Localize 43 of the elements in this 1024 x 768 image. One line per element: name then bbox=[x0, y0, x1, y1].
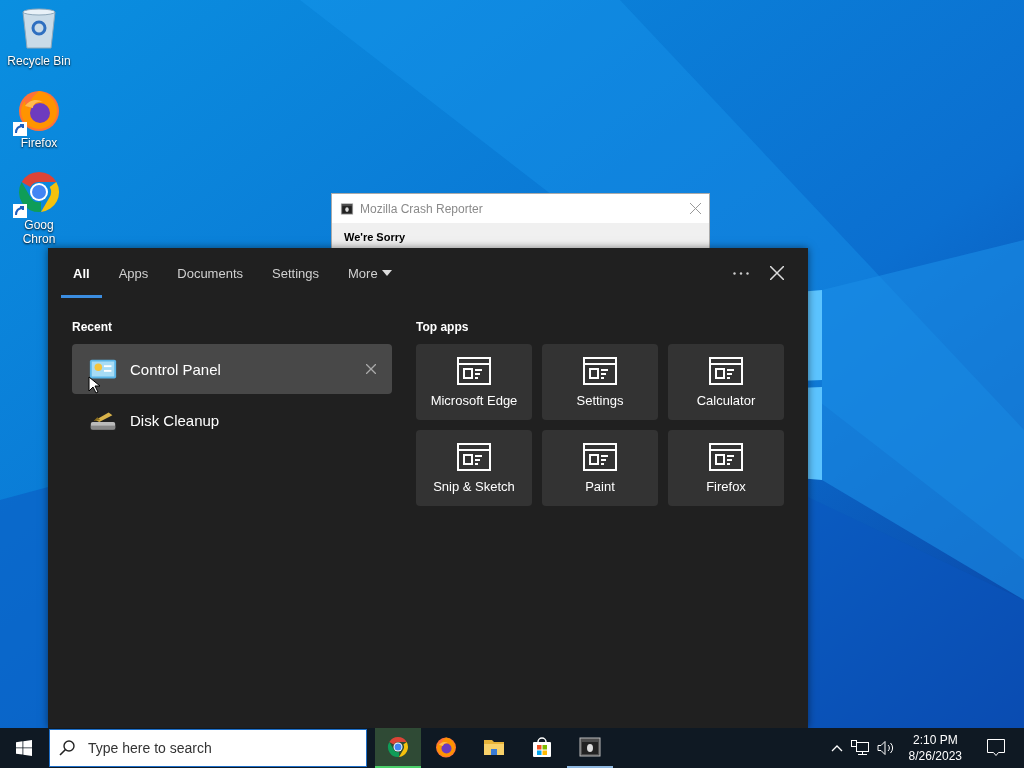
tab[interactable]: Settings bbox=[260, 248, 331, 298]
bug-window-icon bbox=[578, 735, 602, 759]
desktop-icon-label[interactable]: Goog Chron bbox=[22, 218, 56, 246]
tab[interactable]: More bbox=[336, 248, 404, 298]
tab[interactable]: Apps bbox=[106, 248, 161, 298]
app-tile[interactable]: Paint bbox=[542, 430, 658, 506]
app-window-icon bbox=[583, 442, 617, 471]
app-window-icon bbox=[709, 442, 743, 471]
bug-window-icon bbox=[340, 201, 354, 216]
app-window-icon bbox=[457, 356, 491, 385]
tab[interactable]: All bbox=[61, 248, 102, 298]
app-tile[interactable]: Snip & Sketch bbox=[416, 430, 532, 506]
app-window-icon bbox=[709, 356, 743, 385]
cursor-icon bbox=[88, 376, 100, 394]
section-heading: Recent bbox=[72, 320, 113, 334]
network-icon[interactable] bbox=[850, 740, 869, 756]
desktop-icon-label[interactable]: Firefox bbox=[20, 136, 58, 150]
clock[interactable]: 2:10 PM 8/26/2023 bbox=[902, 732, 968, 764]
app-tile[interactable]: Firefox bbox=[668, 430, 784, 506]
speaker-icon[interactable] bbox=[876, 740, 895, 756]
recent-item[interactable]: Control Panel bbox=[72, 344, 392, 394]
taskbar-app[interactable] bbox=[375, 728, 421, 768]
chrome-icon bbox=[386, 735, 410, 759]
firefox-icon bbox=[434, 735, 458, 759]
windows-logo-icon bbox=[16, 740, 32, 756]
chevron-up-icon[interactable] bbox=[830, 744, 843, 752]
window-title: Mozilla Crash Reporter bbox=[360, 201, 484, 216]
app-tile[interactable]: Calculator bbox=[668, 344, 784, 420]
app-window-icon bbox=[583, 356, 617, 385]
recent-item[interactable]: Disk Cleanup bbox=[72, 395, 392, 445]
crash-heading: We're Sorry bbox=[343, 230, 407, 243]
close-icon bbox=[770, 266, 784, 280]
store-icon bbox=[530, 735, 554, 759]
section-heading: Top apps bbox=[416, 320, 470, 334]
app-window-icon bbox=[457, 442, 491, 471]
remove-icon[interactable] bbox=[366, 364, 376, 374]
app-tile[interactable]: Microsoft Edge bbox=[416, 344, 532, 420]
desktop-icon-label[interactable]: Recycle Bin bbox=[7, 54, 71, 68]
search-field[interactable]: Type here to search bbox=[49, 729, 367, 767]
app-tile[interactable]: Settings bbox=[542, 344, 658, 420]
close-icon[interactable] bbox=[690, 203, 701, 214]
dots-icon bbox=[733, 271, 749, 275]
tab[interactable]: Documents bbox=[165, 248, 255, 298]
